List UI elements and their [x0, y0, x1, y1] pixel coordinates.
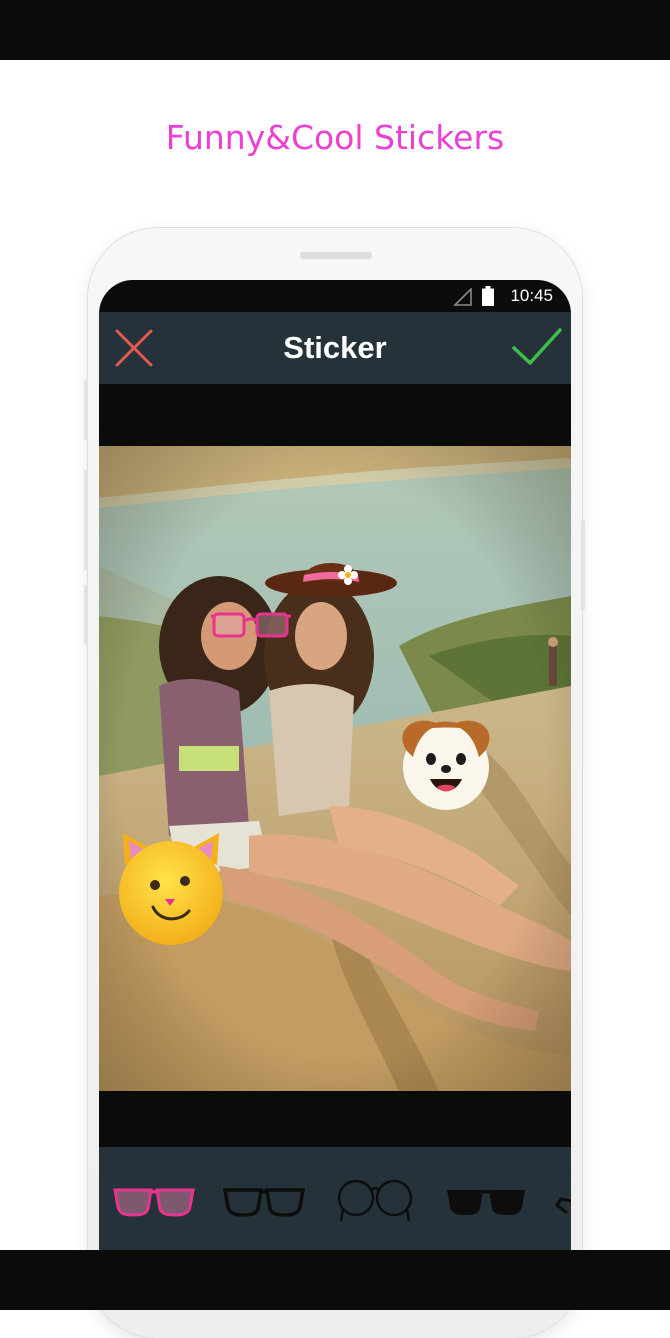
device-top-bar: [0, 0, 670, 60]
pink-glasses-icon[interactable]: [113, 1187, 195, 1217]
hat-sticker[interactable]: [264, 551, 399, 606]
black-frame-glasses-icon[interactable]: [223, 1187, 305, 1217]
photo-canvas[interactable]: [99, 446, 571, 1091]
partial-glasses-icon[interactable]: [555, 1195, 571, 1221]
status-time: 10:45: [510, 286, 553, 305]
app-title: Sticker: [283, 330, 387, 365]
check-icon[interactable]: [511, 326, 563, 368]
round-glasses-icon[interactable]: [335, 1179, 415, 1223]
phone-side-button: [84, 380, 88, 440]
sticker-tray: [99, 1147, 571, 1250]
phone-side-button: [84, 470, 88, 570]
phone-screen: 10:45 Sticker: [99, 280, 571, 1250]
phone-side-button: [581, 520, 585, 610]
black-sunglasses-icon[interactable]: [445, 1187, 527, 1217]
phone-speaker: [300, 252, 372, 259]
battery-icon: [482, 286, 494, 306]
signal-icon: [453, 288, 472, 306]
app-bar: Sticker: [99, 312, 571, 384]
pink-glasses-sticker[interactable]: [211, 610, 291, 640]
status-bar: 10:45: [99, 280, 571, 312]
dog-face-sticker[interactable]: [387, 711, 505, 811]
phone-side-button: [84, 585, 88, 645]
device-bottom-bar: [0, 1250, 670, 1310]
promo-headline: Funny&Cool Stickers: [165, 118, 505, 157]
cat-face-sticker[interactable]: [115, 829, 227, 947]
